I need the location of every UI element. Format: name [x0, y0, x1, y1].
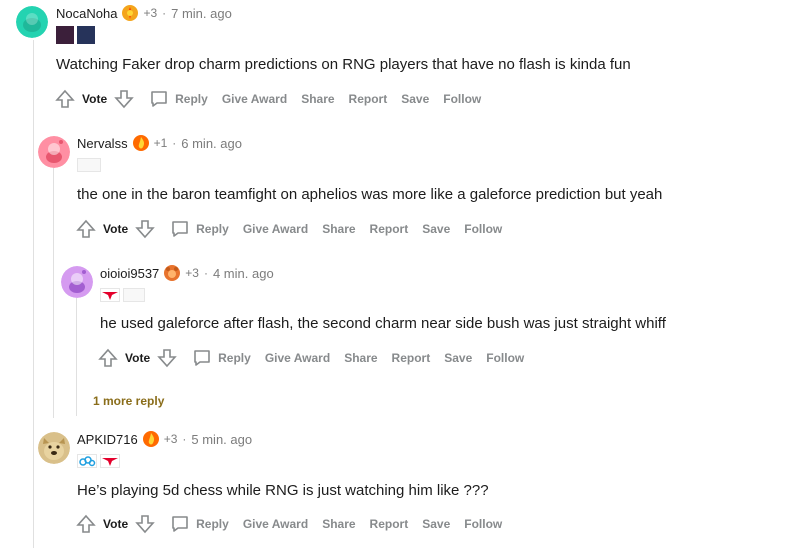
- chat-bubble-icon: [170, 514, 190, 534]
- reply-label: Reply: [196, 517, 229, 531]
- timestamp[interactable]: 6 min. ago: [181, 136, 242, 151]
- snoo-teal-avatar-icon[interactable]: [16, 6, 48, 38]
- comment-header: APKID716 +3 · 5 min. ago: [77, 430, 252, 448]
- comment-header: NocaNoha +3 · 7 min. ago: [56, 4, 232, 22]
- reply-button[interactable]: Reply: [149, 89, 208, 109]
- report-button[interactable]: Report: [370, 222, 409, 236]
- reply-button[interactable]: Reply: [170, 219, 229, 239]
- reply-button[interactable]: Reply: [192, 348, 251, 368]
- comment-actions: Vote Reply Give Award Share Report Save …: [97, 347, 524, 369]
- karma-score: +3: [185, 266, 199, 280]
- username-link[interactable]: APKID716: [77, 432, 138, 447]
- team-logo-flair-icon: [100, 288, 120, 302]
- snoo-pink-avatar-icon[interactable]: [38, 136, 70, 168]
- save-button[interactable]: Save: [422, 517, 450, 531]
- separator-dot: ·: [182, 432, 187, 446]
- chat-bubble-icon: [192, 348, 212, 368]
- follow-button[interactable]: Follow: [486, 351, 524, 365]
- comment-body: He’s playing 5d chess while RNG is just …: [77, 482, 489, 499]
- give-award-button[interactable]: Give Award: [222, 92, 287, 106]
- share-button[interactable]: Share: [344, 351, 377, 365]
- thread-line[interactable]: [76, 298, 77, 416]
- achievement-award-icon: [121, 4, 139, 22]
- user-flair: [77, 158, 101, 172]
- vote-label: Vote: [125, 351, 151, 365]
- reply-button[interactable]: Reply: [170, 514, 229, 534]
- share-button[interactable]: Share: [322, 222, 355, 236]
- user-flair: [56, 26, 95, 44]
- comment-actions: Vote Reply Give Award Share Report Save …: [75, 513, 502, 535]
- comment-header: oioioi9537 +3 · 4 min. ago: [100, 264, 274, 282]
- share-button[interactable]: Share: [301, 92, 334, 106]
- reply-label: Reply: [175, 92, 208, 106]
- cloud9-logo-flair-icon: [77, 454, 97, 468]
- more-reply-link[interactable]: 1 more reply: [93, 394, 164, 408]
- user-flair: [100, 288, 145, 302]
- flame-award-icon: [132, 134, 150, 152]
- comment-actions: Vote Reply Give Award Share Report Save …: [54, 88, 481, 110]
- save-button[interactable]: Save: [444, 351, 472, 365]
- karma-score: +3: [143, 6, 158, 20]
- user-flair: [77, 454, 120, 468]
- report-button[interactable]: Report: [370, 517, 409, 531]
- downvote-arrow-icon[interactable]: [113, 88, 135, 110]
- comment-header: Nervalss +1 · 6 min. ago: [77, 134, 242, 152]
- follow-button[interactable]: Follow: [464, 222, 502, 236]
- downvote-arrow-icon[interactable]: [134, 218, 156, 240]
- report-button[interactable]: Report: [349, 92, 388, 106]
- comment-actions: Vote Reply Give Award Share Report Save …: [75, 218, 502, 240]
- vote-label: Vote: [103, 222, 129, 236]
- team-logo-flair-icon: [100, 454, 120, 468]
- timestamp[interactable]: 5 min. ago: [191, 432, 252, 447]
- username-link[interactable]: Nervalss: [77, 136, 128, 151]
- save-button[interactable]: Save: [422, 222, 450, 236]
- upvote-arrow-icon[interactable]: [75, 218, 97, 240]
- give-award-button[interactable]: Give Award: [243, 517, 308, 531]
- snoo-purple-avatar-icon[interactable]: [61, 266, 93, 298]
- chat-bubble-icon: [170, 219, 190, 239]
- comment-body: he used galeforce after flash, the secon…: [100, 315, 666, 332]
- follow-button[interactable]: Follow: [443, 92, 481, 106]
- give-award-button[interactable]: Give Award: [243, 222, 308, 236]
- separator-dot: ·: [203, 266, 208, 280]
- upvote-arrow-icon[interactable]: [97, 347, 119, 369]
- save-button[interactable]: Save: [401, 92, 429, 106]
- separator-dot: ·: [172, 136, 177, 150]
- username-link[interactable]: NocaNoha: [56, 6, 117, 21]
- karma-score: +3: [163, 432, 178, 446]
- flair-emoji-2: [77, 26, 95, 44]
- downvote-arrow-icon[interactable]: [156, 347, 178, 369]
- flair-emoji-1: [56, 26, 74, 44]
- vote-label: Vote: [103, 517, 129, 531]
- timestamp[interactable]: 4 min. ago: [213, 266, 274, 281]
- flair-emoji: [123, 288, 145, 302]
- thread-line[interactable]: [53, 168, 54, 418]
- username-link[interactable]: oioioi9537: [100, 266, 159, 281]
- share-button[interactable]: Share: [322, 517, 355, 531]
- comment-body: Watching Faker drop charm predictions on…: [56, 56, 631, 73]
- give-award-button[interactable]: Give Award: [265, 351, 330, 365]
- thread-line[interactable]: [33, 40, 34, 548]
- upvote-arrow-icon[interactable]: [75, 513, 97, 535]
- vote-label: Vote: [82, 92, 108, 106]
- reply-label: Reply: [218, 351, 251, 365]
- flair-emoji: [77, 158, 101, 172]
- chat-bubble-icon: [149, 89, 169, 109]
- doge-avatar-icon[interactable]: [38, 432, 70, 464]
- squirrel-award-icon: [163, 264, 181, 282]
- timestamp[interactable]: 7 min. ago: [171, 6, 232, 21]
- upvote-arrow-icon[interactable]: [54, 88, 76, 110]
- comment-body: the one in the baron teamfight on apheli…: [77, 186, 663, 203]
- separator-dot: ·: [162, 6, 167, 20]
- karma-score: +1: [153, 136, 168, 150]
- follow-button[interactable]: Follow: [464, 517, 502, 531]
- reply-label: Reply: [196, 222, 229, 236]
- report-button[interactable]: Report: [392, 351, 431, 365]
- downvote-arrow-icon[interactable]: [134, 513, 156, 535]
- flame-award-icon: [142, 430, 160, 448]
